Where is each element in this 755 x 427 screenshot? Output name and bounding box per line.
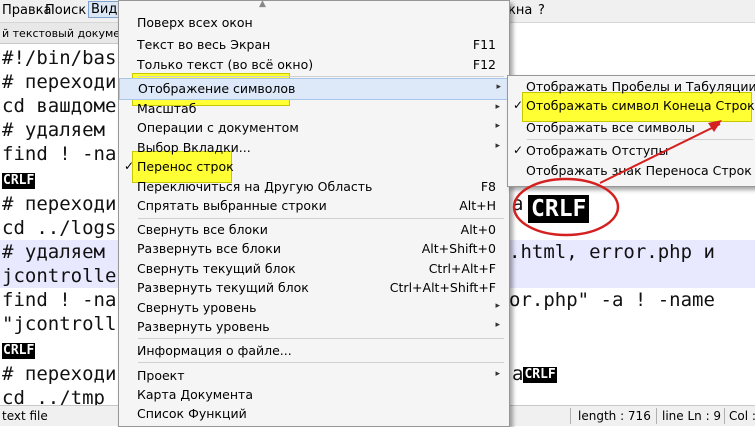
status-divider — [570, 408, 571, 424]
menu-item-hide-lines[interactable]: Спрятать выбранные строки Alt+H — [119, 196, 506, 216]
menu-separator — [138, 218, 504, 219]
crlf-marker: CRLF — [2, 342, 36, 359]
status-divider — [656, 408, 657, 424]
editor-line: find ! -na — [2, 289, 117, 311]
menu-item-fold-all[interactable]: Свернуть все блоки Alt+0 — [119, 220, 506, 240]
submenu-arrow-icon: ▸ — [496, 82, 501, 92]
menu-separator — [138, 362, 504, 363]
crlf-marker: CRLF — [2, 172, 36, 189]
menu-search[interactable]: Поиск — [45, 3, 86, 18]
menu-item-document-ops[interactable]: Операции с документом ▸ — [119, 118, 506, 138]
menu-item-document-map[interactable]: Карта Документа — [119, 385, 506, 405]
submenu-arrow-icon: ▸ — [495, 369, 500, 379]
submenu-item-show-indent[interactable]: ✓ Отображать Отступы — [508, 141, 753, 161]
status-col: Col : — [729, 409, 755, 423]
crlf-marker: CRLF — [523, 366, 557, 383]
document-tab[interactable]: й текстовый документ — [2, 27, 134, 40]
editor-line-crlf: CRLF — [2, 168, 36, 192]
menu-item-show-symbols[interactable]: Отображение символов ▸ — [119, 78, 508, 100]
editor-line-fragment: .html, error.php и — [509, 241, 715, 263]
menu-item-word-wrap[interactable]: ✓ Перенос строк — [119, 157, 506, 177]
menu-separator — [138, 76, 504, 77]
status-divider — [724, 408, 725, 424]
editor-line: jcontrolle — [2, 265, 117, 287]
submenu-arrow-icon: ▸ — [495, 121, 500, 131]
editor-line: #!/bin/bas — [2, 47, 117, 69]
editor-line-fragment: or.php" -a ! -name — [509, 289, 715, 311]
document-tab-bar: й текстовый документ — [0, 23, 134, 44]
symbols-submenu-items: Отображать Пробелы и Табуляции ✓ Отобража… — [507, 75, 755, 185]
menu-item-switch-view[interactable]: Переключиться на Другую Область F8 — [119, 177, 506, 197]
crlf-marker-highlighted: CRLF — [528, 195, 590, 223]
menu-item-unfold-current[interactable]: Развернуть текущий блок Ctrl+Alt+Shift+F — [119, 278, 506, 298]
editor-line-crlf: CRLF — [2, 338, 36, 362]
menu-item-function-list[interactable]: Список Функций — [119, 404, 506, 424]
menu-separator — [138, 338, 504, 339]
menu-separator — [527, 139, 753, 140]
submenu-arrow-icon: ▸ — [495, 102, 500, 112]
submenu-item-show-eol[interactable]: ✓ Отображать символ Конеца Строки — [508, 96, 755, 116]
menu-item-zoom[interactable]: Масштаб ▸ — [119, 99, 506, 119]
editor-line: find ! -na — [2, 143, 117, 165]
menu-item-text-only[interactable]: Только текст (во всё окно) F12 — [119, 55, 506, 75]
status-file-type: text file — [2, 409, 48, 423]
submenu-arrow-icon: ▸ — [495, 320, 500, 330]
editor-line: cd вашдоме — [2, 95, 117, 117]
editor-line: cd ../logs — [2, 217, 117, 239]
menu-item-file-info[interactable]: Информация о файле... — [119, 341, 506, 361]
submenu-arrow-icon: ▸ — [495, 141, 500, 151]
editor-line: "jcontroll — [2, 313, 117, 335]
status-line: line Ln : 9 — [662, 409, 722, 423]
status-length: length : 716 — [578, 409, 651, 423]
submenu-arrow-icon: ▸ — [495, 301, 500, 311]
checkmark-icon: ✓ — [513, 143, 524, 157]
editor-line: # переходи — [2, 193, 117, 215]
menu-item-always-on-top[interactable]: Поверх всех окон — [119, 13, 506, 33]
menu-item-select-tab[interactable]: Выбор Вкладки... ▸ — [119, 138, 506, 158]
submenu-item-show-all[interactable]: Отображать все символы — [508, 118, 753, 138]
submenu-item-show-wrap-symbol[interactable]: Отображать знак Переноса Строк — [508, 161, 753, 181]
editor-line: # удаляем — [2, 241, 117, 263]
checkmark-icon: ✓ — [124, 159, 135, 173]
menu-item-unfold-level[interactable]: Развернуть уровень ▸ — [119, 317, 506, 337]
menu-view[interactable]: Вид — [88, 1, 121, 18]
view-menu-items: Поверх всех окон Текст во весь Экран F11 … — [118, 0, 508, 425]
checkmark-icon: ✓ — [513, 98, 524, 112]
menu-help[interactable]: ? — [538, 3, 545, 18]
menu-item-fold-current[interactable]: Свернуть текущий блок Ctrl+Alt+F — [119, 259, 506, 279]
editor-line-fragment: a — [512, 193, 524, 215]
menu-item-fold-level[interactable]: Свернуть уровень ▸ — [119, 298, 506, 318]
menu-item-fullscreen[interactable]: Текст во весь Экран F11 — [119, 35, 506, 55]
editor-line: # переходи — [2, 363, 117, 385]
menu-window[interactable]: кна — [508, 3, 532, 18]
submenu-item-show-whitespace[interactable]: Отображать Пробелы и Табуляции — [508, 77, 755, 97]
editor-line: # удаляем — [2, 119, 117, 141]
editor-line-fragment: aCRLF — [512, 363, 557, 385]
editor-line: # переходи — [2, 71, 117, 93]
menu-item-project[interactable]: Проект ▸ — [119, 366, 506, 386]
menu-item-unfold-all[interactable]: Развернуть все блоки Alt+Shift+0 — [119, 239, 506, 259]
